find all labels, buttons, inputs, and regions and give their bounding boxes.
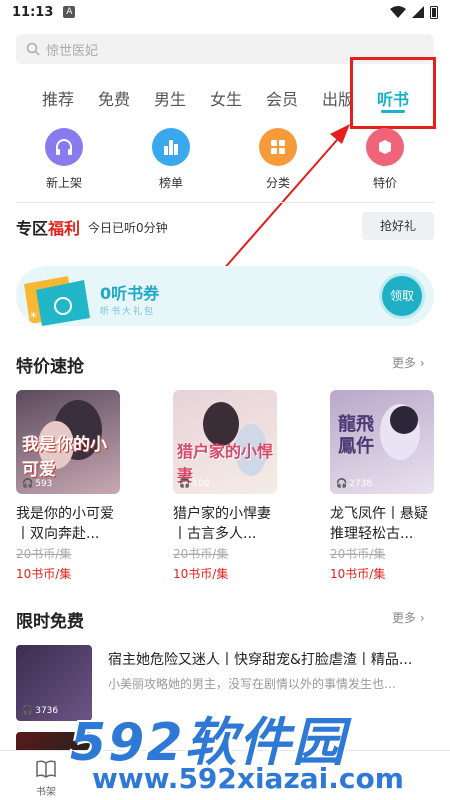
watermark-url: www.592xiazai.com <box>92 762 404 795</box>
coupon-banner[interactable]: * 0听书券 听书大礼包 领取 <box>16 266 434 326</box>
divider <box>16 202 434 203</box>
original-price: 20书币/集 <box>330 547 386 561</box>
quick-link-category[interactable]: 分类 <box>238 128 318 191</box>
ticket-icon: * <box>24 276 90 326</box>
book-cover: 猎户家的小悍妻 🎧 100 <box>173 390 277 494</box>
book-card[interactable]: 猎户家的小悍妻 🎧 100 猎户家的小悍妻丨古言多人... 20书币/集 10书币… <box>173 390 277 582</box>
headphones-icon: 🎧 <box>336 479 348 489</box>
sale-price: 10书币/集 <box>330 567 386 581</box>
listen-time-text: 今日已听0分钟 <box>88 221 168 235</box>
quick-link-sale[interactable]: 特价 <box>345 128 425 191</box>
book-description: 小美丽攻略她的男主，没写在剧情以外的事情发生也… <box>108 677 397 691</box>
claim-button[interactable]: 领取 <box>382 276 422 316</box>
quick-link-label: 分类 <box>265 176 290 190</box>
book-card[interactable]: 我是你的小可爱 🎧 593 我是你的小可爱丨双向奔赴... 20书币/集 10书币… <box>16 390 120 582</box>
book-title: 我是你的小可爱丨双向奔赴... <box>16 506 114 542</box>
nav-bookshelf[interactable]: 书架 <box>28 759 64 798</box>
sale-price: 10书币/集 <box>16 567 72 581</box>
headphones-icon <box>45 128 83 166</box>
quick-link-new[interactable]: 新上架 <box>24 128 104 191</box>
original-price: 20书币/集 <box>16 547 72 561</box>
book-title: 宿主她危险又迷人丨快穿甜宠&打脸虐渣丨精品... <box>108 652 413 668</box>
book-card[interactable]: 龍飛鳳仵 🎧 2738 龙飞凤仵丨悬疑推理轻松古... 20书币/集 10书币/集 <box>330 390 434 582</box>
book-cover: 龍飛鳳仵 🎧 2738 <box>330 390 434 494</box>
grid-icon <box>259 128 297 166</box>
nav-label: 书架 <box>36 787 56 798</box>
headphones-icon: 🎧 <box>22 706 34 716</box>
chart-icon <box>152 128 190 166</box>
listen-count: 🎧 3736 <box>22 706 59 716</box>
coupon-subtitle: 听书大礼包 <box>100 307 156 317</box>
sale-price: 10书币/集 <box>173 567 229 581</box>
book-cover: 我是你的小可爱 🎧 593 <box>16 390 120 494</box>
quick-link-label: 榜单 <box>158 176 183 190</box>
quick-link-label: 特价 <box>372 176 397 190</box>
original-price: 20书币/集 <box>173 547 229 561</box>
headphones-icon: 🎧 <box>22 479 34 489</box>
more-link-special[interactable]: 更多 › <box>392 354 425 371</box>
cover-title-text: 龍飛鳳仵 <box>338 414 374 457</box>
zone-title: 专区福利 <box>16 219 81 238</box>
section-title-free: 限时免费 <box>16 612 84 632</box>
quick-link-rank[interactable]: 榜单 <box>131 128 211 191</box>
listen-count: 🎧 593 <box>22 479 53 489</box>
listen-count: 🎧 2738 <box>336 479 373 489</box>
tag-icon <box>366 128 404 166</box>
book-icon <box>36 760 56 778</box>
quick-link-label: 新上架 <box>45 176 82 190</box>
listen-count: 🎧 100 <box>179 479 210 489</box>
more-link-free[interactable]: 更多 › <box>392 609 425 626</box>
svg-text:*: * <box>30 310 37 326</box>
book-title: 猎户家的小悍妻丨古言多人... <box>173 506 271 542</box>
section-title-special: 特价速抢 <box>16 357 84 377</box>
book-title: 龙飞凤仵丨悬疑推理轻松古... <box>330 506 428 542</box>
grab-gift-button[interactable]: 抢好礼 <box>362 212 434 240</box>
cover-title-text: 我是你的小可爱 <box>22 435 107 480</box>
watermark: 592软件园 www.592xiazai.com <box>70 700 450 800</box>
headphones-icon: 🎧 <box>179 479 191 489</box>
coupon-title: 0听书券 <box>100 284 160 303</box>
